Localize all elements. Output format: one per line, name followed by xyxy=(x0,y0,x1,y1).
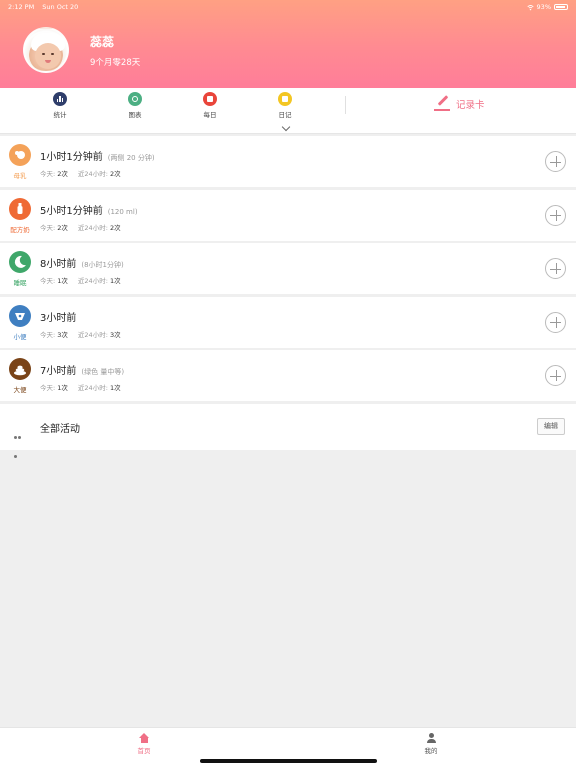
baby-age: 9个月零28天 xyxy=(90,58,141,68)
list-item[interactable]: 小便 3小时前 今天: 3次 近24小时: 3次 xyxy=(0,296,576,348)
toolbar-chart[interactable]: 图表 xyxy=(115,92,155,119)
category-label: 大便 xyxy=(13,386,27,394)
activity-detail: (两侧 20 分钟) xyxy=(107,154,155,162)
toolbar-daily[interactable]: 每日 xyxy=(190,92,230,119)
category-label: 母乳 xyxy=(13,172,27,180)
list-item[interactable]: 大便 7小时前 (绿色 量中等) 今天: 1次 近24小时: 1次 xyxy=(0,350,576,401)
activity-time: 8小时前 (8小时1分钟) xyxy=(40,259,124,270)
poop-icon xyxy=(9,358,31,380)
pencil-icon xyxy=(434,97,450,111)
edit-button[interactable]: 编辑 xyxy=(537,417,565,435)
quick-toolbar: 统计 图表 每日 日记 记录卡 xyxy=(0,88,576,134)
bottle-icon xyxy=(9,197,31,220)
battery-icon xyxy=(554,4,568,10)
activity-time: 7小时前 (绿色 量中等) xyxy=(40,366,125,377)
document-icon xyxy=(203,92,217,106)
battery-percent: 93% xyxy=(536,3,551,11)
baby-name: 蕊蕊 xyxy=(90,35,115,49)
baby-avatar[interactable] xyxy=(23,27,69,73)
status-date: Sun Oct 20 xyxy=(42,3,79,11)
toolbar-diary[interactable]: 日记 xyxy=(265,92,305,119)
add-record-button[interactable] xyxy=(545,151,566,172)
tab-home-label: 首页 xyxy=(137,747,151,755)
activity-counts: 今天: 1次 近24小时: 1次 xyxy=(40,277,121,285)
home-indicator xyxy=(200,759,377,763)
diaper-wet-icon xyxy=(9,304,31,327)
activity-counts: 今天: 2次 近24小时: 2次 xyxy=(40,170,121,178)
status-time: 2:12 PM xyxy=(8,3,35,11)
activity-detail: (120 ml) xyxy=(107,207,138,216)
moon-icon xyxy=(9,251,31,273)
record-card-label: 记录卡 xyxy=(456,100,485,111)
toolbar-stats-label: 统计 xyxy=(53,111,67,119)
activity-detail: (8小时1分钟) xyxy=(81,261,124,269)
activity-counts: 今天: 1次 近24小时: 1次 xyxy=(40,384,121,392)
bar-chart-icon xyxy=(53,92,67,106)
all-activities-label: 全部活动 xyxy=(40,423,80,435)
record-card-button[interactable]: 记录卡 xyxy=(434,97,485,111)
clock-icon xyxy=(128,92,142,106)
activity-time: 5小时1分钟前 (120 ml) xyxy=(40,205,138,217)
add-record-button[interactable] xyxy=(545,258,566,279)
list-item[interactable]: 配方奶 5小时1分钟前 (120 ml) 今天: 2次 近24小时: 2次 xyxy=(0,189,576,241)
more-icon xyxy=(14,424,26,458)
profile-header: 2:12 PM Sun Oct 20 93% 蕊蕊 9个月零28天 xyxy=(0,0,576,88)
activity-counts: 今天: 3次 近24小时: 3次 xyxy=(40,330,121,339)
activity-time: 3小时前 xyxy=(40,312,77,324)
category-label: 配方奶 xyxy=(10,225,30,234)
list-item[interactable]: 睡眠 8小时前 (8小时1分钟) 今天: 1次 近24小时: 1次 xyxy=(0,243,576,294)
add-record-button[interactable] xyxy=(545,204,566,226)
toolbar-divider xyxy=(345,96,346,114)
tab-me-label: 我的 xyxy=(424,747,438,755)
category-label: 睡眠 xyxy=(13,279,27,287)
tab-home[interactable]: 首页 xyxy=(124,733,164,755)
status-bar: 2:12 PM Sun Oct 20 93% xyxy=(8,2,568,12)
add-record-button[interactable] xyxy=(545,311,566,333)
toolbar-daily-label: 每日 xyxy=(203,111,217,119)
breastfeed-icon xyxy=(9,144,31,166)
activity-detail: (绿色 量中等) xyxy=(81,368,125,376)
toolbar-chart-label: 图表 xyxy=(128,111,142,119)
all-activities-row[interactable]: 全部活动 编辑 xyxy=(0,403,576,458)
chevron-down-icon[interactable] xyxy=(281,122,291,132)
list-item[interactable]: 母乳 1小时1分钟前 (两侧 20 分钟) 今天: 2次 近24小时: 2次 xyxy=(0,136,576,187)
category-label: 小便 xyxy=(13,332,27,341)
activity-list: 母乳 1小时1分钟前 (两侧 20 分钟) 今天: 2次 近24小时: 2次 配方奶… xyxy=(0,136,576,458)
toolbar-stats[interactable]: 统计 xyxy=(40,92,80,119)
add-record-button[interactable] xyxy=(545,365,566,386)
activity-time: 1小时1分钟前 (两侧 20 分钟) xyxy=(40,152,155,163)
wifi-icon xyxy=(526,4,534,10)
person-icon xyxy=(425,733,437,743)
home-icon xyxy=(138,733,150,743)
activity-counts: 今天: 2次 近24小时: 2次 xyxy=(40,223,121,232)
tab-me[interactable]: 我的 xyxy=(411,733,451,755)
note-icon xyxy=(278,92,292,106)
toolbar-diary-label: 日记 xyxy=(278,111,292,119)
